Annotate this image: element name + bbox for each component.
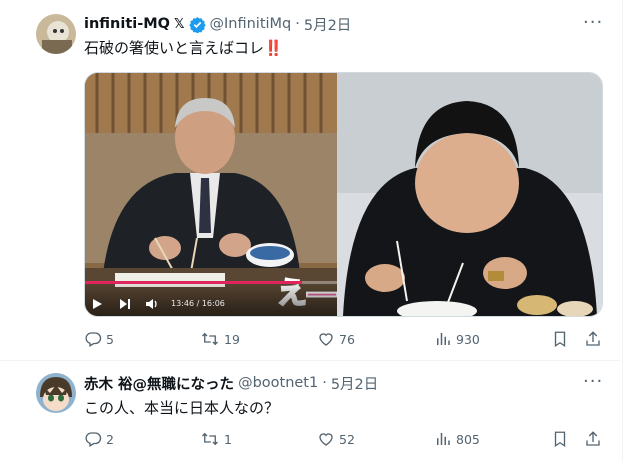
tweet[interactable]: infiniti-MQ 𝕏 @InfinitiMq · 5月2日 ··· 石破の… (0, 0, 620, 361)
play-icon[interactable] (91, 298, 103, 310)
like-count: 52 (339, 431, 355, 447)
separator-dot: · (295, 16, 300, 32)
bookmark-icon[interactable] (551, 429, 569, 449)
display-name[interactable]: 赤木 裕@無職になった (84, 373, 234, 394)
avatar[interactable] (36, 373, 76, 413)
display-name[interactable]: infiniti-MQ (84, 16, 170, 32)
tweet[interactable]: 赤木 裕@無職になった @bootnet1 · 5月2日 ··· この人、本当に… (0, 361, 620, 461)
tweet-video[interactable]: え― (84, 72, 603, 317)
tweet-text: 石破の箸使いと言えばコレ‼️ (84, 39, 283, 57)
tweet-actions: 5 19 76 930 (84, 329, 604, 349)
like-button[interactable]: 76 (317, 329, 355, 349)
views-count: 930 (456, 331, 480, 347)
avatar[interactable] (36, 14, 76, 54)
tweet-actions: 2 1 52 805 (84, 429, 604, 449)
verified-badge-icon (188, 16, 206, 33)
reply-icon (84, 330, 102, 348)
views-button[interactable]: 930 (434, 329, 480, 349)
views-button[interactable]: 805 (434, 429, 480, 449)
like-icon (317, 330, 335, 348)
like-button[interactable]: 52 (317, 429, 355, 449)
views-icon (434, 430, 452, 448)
tweet-date[interactable]: 5月2日 (304, 14, 351, 35)
volume-icon[interactable] (145, 298, 158, 310)
timeline-column: infiniti-MQ 𝕏 @InfinitiMq · 5月2日 ··· 石破の… (0, 0, 623, 461)
tweet-header: infiniti-MQ 𝕏 @InfinitiMq · 5月2日 (84, 14, 351, 34)
reply-button[interactable]: 5 (84, 329, 114, 349)
reply-icon (84, 430, 102, 448)
tweet-text: この人、本当に日本人なの？ (84, 399, 280, 417)
retweet-icon (200, 330, 220, 348)
more-icon[interactable]: ··· (583, 373, 603, 391)
retweet-count: 19 (224, 331, 240, 347)
tweet-header: 赤木 裕@無職になった @bootnet1 · 5月2日 (84, 373, 378, 393)
tweet-date[interactable]: 5月2日 (331, 373, 378, 394)
video-time: 13:46 / 16:06 (171, 299, 225, 308)
retweet-button[interactable]: 1 (200, 429, 232, 449)
like-icon (317, 430, 335, 448)
share-icon[interactable] (584, 429, 602, 449)
video-progress-fill (85, 281, 302, 284)
views-icon (434, 330, 452, 348)
retweet-button[interactable]: 19 (200, 329, 240, 349)
reply-count: 2 (106, 431, 114, 447)
reply-count: 5 (106, 331, 114, 347)
retweet-count: 1 (224, 431, 232, 447)
views-count: 805 (456, 431, 480, 447)
reply-button[interactable]: 2 (84, 429, 114, 449)
x-badge: 𝕏 (174, 16, 185, 32)
more-icon[interactable]: ··· (583, 14, 603, 32)
like-count: 76 (339, 331, 355, 347)
retweet-icon (200, 430, 220, 448)
bookmark-icon[interactable] (551, 329, 569, 349)
video-progress-bar[interactable] (85, 281, 337, 284)
user-handle[interactable]: @InfinitiMq (210, 16, 292, 32)
user-handle[interactable]: @bootnet1 (238, 375, 318, 391)
skip-icon[interactable] (119, 298, 131, 310)
share-icon[interactable] (584, 329, 602, 349)
separator-dot: · (322, 375, 327, 391)
